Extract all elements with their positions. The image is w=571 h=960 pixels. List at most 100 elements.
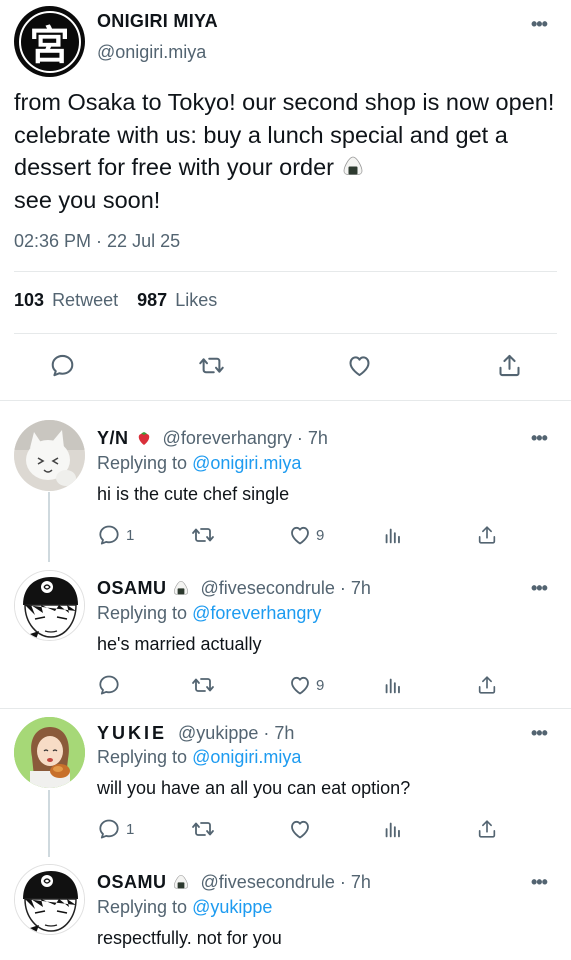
retweet-label[interactable]: Retweet [52, 290, 118, 310]
share-button[interactable] [476, 817, 498, 841]
reply-icon [97, 673, 121, 697]
handle[interactable]: @foreverhangry [163, 428, 292, 448]
reply-button[interactable]: 1 [97, 817, 134, 841]
handle[interactable]: @yukippe [178, 723, 258, 743]
analytics-button[interactable] [382, 817, 404, 841]
reply-time[interactable]: · 7h [297, 428, 328, 448]
retweet-icon [191, 673, 215, 697]
handle[interactable]: @fivesecondrule [201, 872, 335, 892]
like-count: 9 [316, 526, 325, 544]
likes-label[interactable]: Likes [175, 290, 217, 310]
share-icon [476, 673, 498, 697]
avatar[interactable] [14, 420, 85, 491]
display-name[interactable]: ONIGIRI MIYA [97, 11, 218, 32]
avatar[interactable] [14, 717, 85, 788]
replying-to: Replying to @onigiri.miya [97, 453, 301, 474]
retweet-button[interactable] [198, 352, 225, 379]
reply-header: OSAMU @fivesecondrule · 7h [97, 872, 371, 893]
analytics-button[interactable] [382, 523, 404, 547]
reply-button[interactable]: 1 [97, 523, 134, 547]
tweet-stats: 103 Retweet 987 Likes [14, 290, 217, 311]
reply-header: OSAMU @fivesecondrule · 7h [97, 578, 371, 599]
analytics-icon [382, 673, 404, 697]
reply-icon [97, 523, 121, 547]
replying-to-link[interactable]: @onigiri.miya [192, 453, 301, 473]
like-button[interactable]: 9 [288, 523, 324, 547]
like-button[interactable]: 9 [288, 673, 324, 697]
share-icon [496, 352, 523, 379]
share-button[interactable] [476, 673, 498, 697]
replying-to-link[interactable]: @onigiri.miya [192, 747, 301, 767]
tweet-body: from Osaka to Tokyo! our second shop is … [14, 89, 555, 180]
tweet-body-end: see you soon! [14, 186, 161, 213]
retweet-icon [191, 523, 215, 547]
reply-button[interactable] [97, 673, 126, 697]
handle[interactable]: @fivesecondrule [201, 578, 335, 598]
more-options-icon[interactable]: ••• [531, 723, 548, 744]
reply-time[interactable]: · 7h [340, 872, 371, 892]
retweet-button[interactable] [191, 673, 215, 697]
reply-count: 1 [126, 526, 135, 544]
reply-time[interactable]: · 7h [263, 723, 294, 743]
replying-to: Replying to @yukippe [97, 897, 272, 918]
heart-icon [346, 352, 373, 379]
more-options-icon[interactable]: ••• [531, 872, 548, 893]
reply-text: hi is the cute chef single [97, 484, 290, 504]
onigiri-emoji-icon [172, 873, 190, 891]
onigiri-emoji-icon [341, 154, 365, 178]
avatar[interactable] [14, 570, 85, 641]
like-count[interactable]: 987 [137, 290, 167, 310]
replying-to: Replying to @onigiri.miya [97, 747, 301, 768]
avatar-manga-chef-image [15, 571, 84, 640]
more-options-icon[interactable]: ••• [531, 14, 548, 35]
replying-to-link[interactable]: @foreverhangry [192, 603, 321, 623]
retweet-button[interactable] [191, 523, 215, 547]
onigiri-emoji-icon [172, 579, 190, 597]
reply-text: respectfully. not for you [97, 928, 282, 948]
replying-to-link[interactable]: @yukippe [192, 897, 272, 917]
thread-line [48, 790, 50, 857]
share-button[interactable] [496, 352, 523, 379]
replying-prefix: Replying to [97, 747, 188, 767]
reply-button[interactable] [49, 352, 76, 379]
tweet-timestamp[interactable]: 02:36 PM · 22 Jul 25 [14, 231, 180, 252]
reply-header: Y/N @foreverhangry · 7h [97, 428, 328, 449]
avatar-cat-plush-image [14, 420, 85, 491]
avatar-girl-eating-image [14, 717, 85, 788]
reply-header: YUKIE @yukippe · 7h [97, 723, 294, 744]
like-button[interactable] [346, 352, 373, 379]
display-name[interactable]: Y/N [97, 428, 129, 448]
shop-logo: 宮 [18, 10, 81, 73]
avatar[interactable] [14, 864, 85, 935]
more-options-icon[interactable]: ••• [531, 578, 548, 599]
tweet-text: from Osaka to Tokyo! our second shop is … [14, 86, 559, 216]
more-options-icon[interactable]: ••• [531, 428, 548, 449]
avatar[interactable]: 宮 [14, 6, 85, 77]
reply-icon [97, 817, 121, 841]
display-name[interactable]: YUKIE [97, 723, 167, 743]
heart-icon [288, 523, 312, 547]
share-button[interactable] [476, 523, 498, 547]
handle[interactable]: @onigiri.miya [97, 42, 206, 63]
retweet-icon [198, 352, 225, 379]
reply-text: he's married actually [97, 634, 262, 654]
replying-to: Replying to @foreverhangry [97, 603, 321, 624]
analytics-icon [382, 523, 404, 547]
retweet-icon [191, 817, 215, 841]
strawberry-emoji-icon [136, 430, 152, 446]
display-name[interactable]: OSAMU [97, 872, 167, 892]
like-button[interactable] [288, 817, 312, 841]
reply-time[interactable]: · 7h [340, 578, 371, 598]
thread-line [48, 492, 50, 562]
retweet-button[interactable] [191, 817, 215, 841]
analytics-button[interactable] [382, 673, 404, 697]
divider [14, 271, 557, 272]
replying-prefix: Replying to [97, 603, 188, 623]
avatar-manga-chef-image [15, 865, 84, 934]
retweet-count[interactable]: 103 [14, 290, 44, 310]
divider [14, 333, 557, 334]
heart-icon [288, 673, 312, 697]
heart-icon [288, 817, 312, 841]
like-count: 9 [316, 676, 325, 694]
display-name[interactable]: OSAMU [97, 578, 167, 598]
